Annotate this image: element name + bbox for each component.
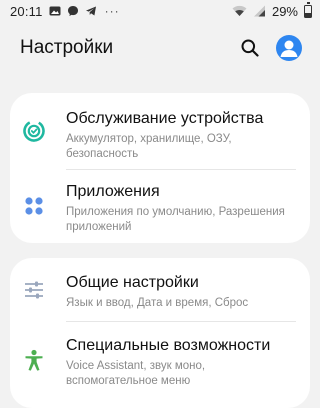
accessibility-icon	[22, 348, 46, 372]
item-subtitle: Язык и ввод, Дата и время, Сброс	[66, 297, 249, 309]
image-icon	[49, 5, 61, 17]
item-title: Общие настройки	[66, 274, 199, 291]
battery-percent: 29%	[271, 3, 298, 19]
item-title: Специальные возможности	[66, 337, 271, 354]
item-subtitle: Voice Assistant, звук моно, вспомогатель…	[66, 360, 206, 387]
avatar[interactable]	[276, 35, 302, 61]
page-title: Настройки	[20, 37, 114, 58]
list-item-general-settings[interactable]: Общие настройки Язык и ввод, Дата и врем…	[10, 273, 310, 311]
settings-group-2: Общие настройки Язык и ввод, Дата и врем…	[10, 258, 310, 408]
battery-fill	[305, 13, 311, 17]
signal-icon	[253, 5, 266, 17]
header: Настройки	[0, 26, 320, 70]
item-text: Обслуживание устройства Аккумулятор, хра…	[66, 109, 296, 162]
item-text: Приложения Приложения по умолчанию, Разр…	[66, 182, 296, 235]
list-item-accessibility[interactable]: Специальные возможности Voice Assistant,…	[10, 336, 310, 389]
list-item-apps[interactable]: Приложения Приложения по умолчанию, Разр…	[10, 182, 310, 235]
status-time: 20:11	[10, 3, 43, 19]
divider	[66, 169, 296, 170]
wifi-icon	[232, 5, 247, 17]
status-left: 20:11 ···	[10, 4, 120, 19]
item-title: Приложения	[66, 183, 160, 200]
item-subtitle: Аккумулятор, хранилище, ОЗУ, безопасност…	[66, 133, 232, 160]
item-text: Общие настройки Язык и ввод, Дата и врем…	[66, 273, 248, 311]
search-icon	[241, 39, 259, 57]
messenger-icon	[67, 5, 79, 17]
divider	[66, 321, 296, 322]
item-subtitle: Приложения по умолчанию, Разрешения прил…	[66, 206, 285, 233]
search-button[interactable]	[238, 36, 262, 60]
more-notifications-icon: ···	[104, 4, 120, 18]
item-text: Специальные возможности Voice Assistant,…	[66, 336, 296, 389]
settings-group-1: Обслуживание устройства Аккумулятор, хра…	[10, 93, 310, 243]
list-item-device-care[interactable]: Обслуживание устройства Аккумулятор, хра…	[10, 109, 310, 162]
sliders-icon	[22, 278, 46, 302]
apps-icon	[22, 194, 46, 218]
status-right: 29%	[232, 2, 312, 19]
item-title: Обслуживание устройства	[66, 110, 264, 127]
account-icon	[280, 40, 298, 57]
telegram-icon	[85, 5, 97, 17]
device-care-icon	[22, 119, 46, 143]
status-bar: 20:11 ··· 29%	[0, 0, 320, 22]
battery-icon	[304, 2, 312, 18]
